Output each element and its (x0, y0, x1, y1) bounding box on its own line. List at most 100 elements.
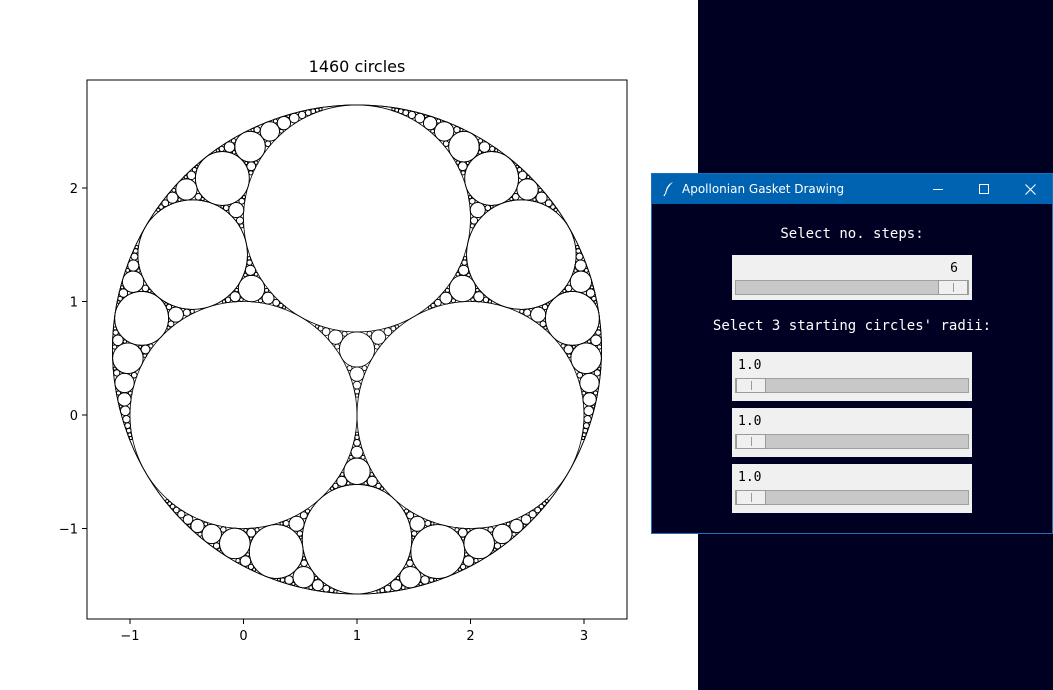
gasket-circle (407, 110, 416, 119)
gasket-circle (553, 207, 558, 212)
gasket-circle (137, 199, 248, 310)
radius-2-trough[interactable] (735, 434, 969, 449)
steps-slider-handle[interactable] (938, 280, 968, 295)
gasket-circle (308, 585, 314, 590)
gasket-circle (430, 128, 435, 134)
gasket-circle (489, 145, 496, 152)
steps-trough[interactable] (735, 280, 969, 295)
gasket-circle (112, 326, 117, 331)
gasket-circle (475, 287, 480, 293)
gasket-circle (468, 195, 473, 200)
gasket-circle (128, 436, 133, 441)
gasket-circle (589, 285, 594, 290)
x-axis: −1 0 1 2 3 (120, 619, 588, 644)
gasket-circle (279, 128, 284, 134)
gasket-circle (484, 204, 491, 212)
gasket-circle (235, 558, 241, 564)
gasket-circle (122, 339, 127, 344)
radius-1-trough[interactable] (735, 378, 969, 393)
steps-scale[interactable]: 6 (732, 255, 972, 300)
gasket-circle (430, 521, 435, 526)
gasket-circle (112, 104, 602, 595)
gasket-circle (313, 576, 319, 581)
gasket-circle (463, 527, 495, 560)
radius-3-slider-handle[interactable] (736, 490, 766, 505)
gasket-circle (373, 343, 380, 350)
gasket-circle (250, 128, 255, 132)
gasket-circle (183, 175, 188, 180)
gasket-circle (560, 343, 566, 349)
gasket-circle (356, 301, 585, 529)
gasket-circle (341, 330, 348, 337)
gasket-circle (276, 116, 291, 131)
radius-3-trough[interactable] (735, 490, 969, 505)
gasket-circle (593, 390, 599, 396)
gasket-circle (346, 365, 353, 371)
gasket-circle (223, 204, 230, 212)
gasket-circle (511, 531, 517, 537)
gasket-circle (453, 126, 461, 134)
gasket-circle (245, 552, 250, 557)
gasket-circle (544, 499, 549, 504)
gasket-circle (291, 581, 296, 586)
gasket-circle (254, 527, 260, 533)
gasket-circle (587, 339, 592, 344)
y-tick-label: 1 (70, 296, 78, 311)
gasket-circle (455, 272, 461, 277)
gasket-circle (391, 107, 396, 112)
gasket-circle (130, 252, 139, 261)
gasket-circle (203, 521, 209, 527)
gasket-circle (112, 334, 124, 346)
gasket-circle (505, 521, 511, 527)
gasket-circle (194, 193, 203, 201)
gasket-circle (258, 298, 263, 304)
gasket-circle (436, 118, 442, 124)
gasket-circle (595, 329, 602, 336)
gasket-circle (354, 434, 360, 440)
minimize-button[interactable] (915, 174, 961, 204)
gasket-circle (354, 393, 360, 398)
radius-2-slider-handle[interactable] (736, 434, 766, 449)
maximize-button[interactable] (961, 174, 1007, 204)
gasket-circle (282, 520, 290, 527)
axes-frame (86, 79, 628, 620)
close-button[interactable] (1007, 174, 1053, 204)
gasket-circle (575, 252, 584, 261)
gasket-circle (482, 296, 490, 303)
gasket-circle (243, 104, 471, 333)
gasket-circle (460, 170, 466, 176)
gasket-circle (597, 326, 602, 331)
gasket-circle (137, 199, 248, 310)
gasket-circle (305, 508, 311, 514)
radius-1-value: 1.0 (738, 358, 762, 373)
gasket-circle (477, 150, 483, 155)
gasket-circle (575, 245, 580, 250)
gasket-circle (423, 114, 428, 119)
gasket-circle (112, 344, 118, 350)
gasket-circle (427, 305, 432, 310)
window-titlebar[interactable]: Apollonian Gasket Drawing (652, 174, 1052, 204)
gasket-circle (182, 308, 191, 317)
gasket-circle (298, 110, 307, 119)
maximize-icon (979, 184, 989, 194)
gasket-circle (457, 527, 468, 538)
gasket-circle (156, 207, 161, 212)
gasket-circle (175, 178, 198, 201)
gasket-circle (112, 329, 119, 336)
radius-2-scale[interactable]: 1.0 (732, 408, 972, 457)
gasket-circle (590, 334, 602, 346)
gasket-circle (129, 301, 358, 529)
radius-1-scale[interactable]: 1.0 (732, 352, 972, 401)
gasket-circle (241, 195, 246, 200)
gasket-circle (383, 584, 392, 593)
gasket-circle (390, 579, 403, 592)
radius-1-slider-handle[interactable] (736, 378, 766, 393)
gasket-circle (473, 558, 479, 564)
gasket-circle (142, 353, 147, 358)
gasket-circle (246, 256, 252, 261)
radius-3-scale[interactable]: 1.0 (732, 464, 972, 513)
gasket-circle (567, 353, 572, 358)
gasket-circle (439, 291, 453, 305)
gasket-circle (348, 454, 354, 460)
gasket-circle (442, 140, 450, 147)
